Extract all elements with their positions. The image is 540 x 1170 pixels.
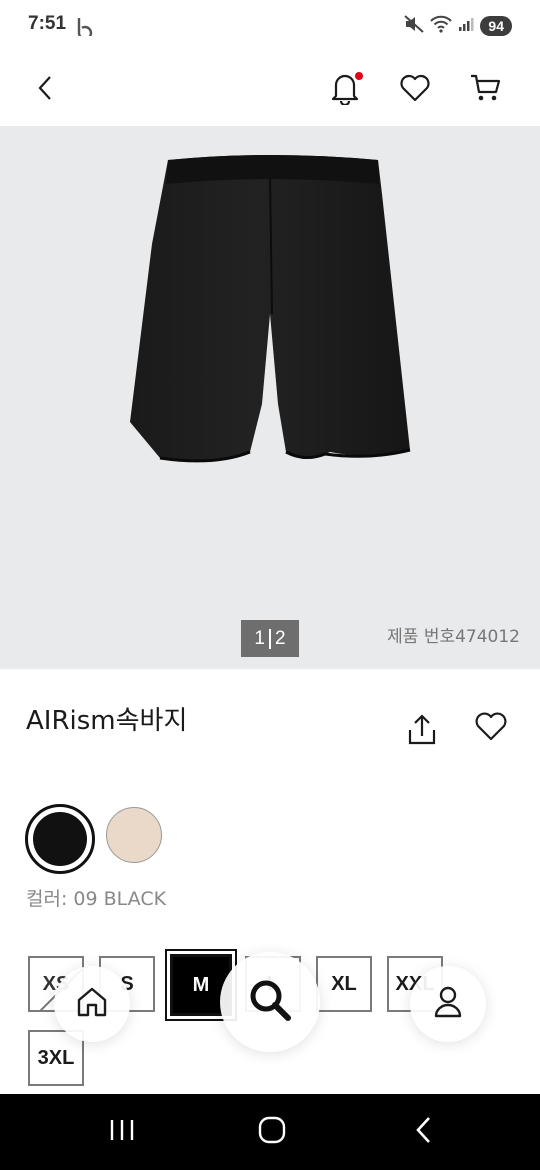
app-notification-icon (76, 16, 94, 41)
search-button[interactable] (220, 952, 320, 1052)
recent-apps-button[interactable] (102, 1112, 142, 1152)
color-swatch-black[interactable] (25, 804, 95, 874)
account-button[interactable] (410, 966, 486, 1042)
system-navigation-bar (0, 1094, 540, 1170)
product-number: 제품 번호474012 (387, 627, 520, 647)
share-button[interactable] (404, 712, 440, 748)
home-system-button[interactable] (252, 1112, 292, 1152)
signal-icon (458, 16, 474, 36)
size-label: 3XL (37, 1046, 75, 1069)
notifications-button[interactable] (325, 70, 365, 110)
notification-dot (355, 72, 363, 80)
product-title: AIRism속바지 (26, 706, 188, 736)
home-circle-icon (258, 1116, 286, 1148)
heart-icon (399, 74, 431, 106)
total-pages: 2 (275, 627, 286, 649)
back-button[interactable] (26, 70, 66, 110)
back-system-button[interactable] (404, 1112, 444, 1152)
cart-button[interactable] (465, 70, 505, 110)
wifi-icon (430, 15, 453, 37)
back-chevron-icon (414, 1116, 434, 1148)
status-bar: 7:51 94 (0, 0, 540, 52)
top-nav (0, 52, 540, 126)
product-image-carousel[interactable]: 1 2 제품 번호474012 (0, 126, 540, 669)
status-time: 7:51 (28, 13, 67, 34)
home-icon (75, 986, 109, 1022)
status-indicators: 94 (404, 14, 512, 38)
color-swatch-black-fill (33, 812, 87, 866)
image-page-indicator: 1 2 (241, 620, 299, 657)
user-icon (432, 985, 464, 1023)
search-icon (248, 978, 292, 1026)
size-option-xl[interactable]: XL (316, 956, 372, 1012)
mute-icon (404, 15, 425, 37)
page-separator (269, 628, 271, 649)
battery-indicator: 94 (480, 16, 512, 36)
back-arrow-icon (34, 74, 58, 106)
home-button[interactable] (54, 966, 130, 1042)
share-icon (404, 714, 440, 752)
cart-icon (469, 73, 501, 107)
wishlist-button[interactable] (395, 70, 435, 110)
favorite-button[interactable] (474, 712, 510, 748)
size-label: M (192, 973, 210, 996)
current-page: 1 (254, 627, 265, 649)
size-label: XL (331, 972, 357, 995)
recent-apps-icon (108, 1118, 136, 1146)
heart-outline-icon (474, 712, 508, 746)
color-label: 컬러: 09 BLACK (26, 888, 167, 910)
product-image (120, 154, 420, 498)
color-swatch-beige[interactable] (106, 807, 162, 863)
